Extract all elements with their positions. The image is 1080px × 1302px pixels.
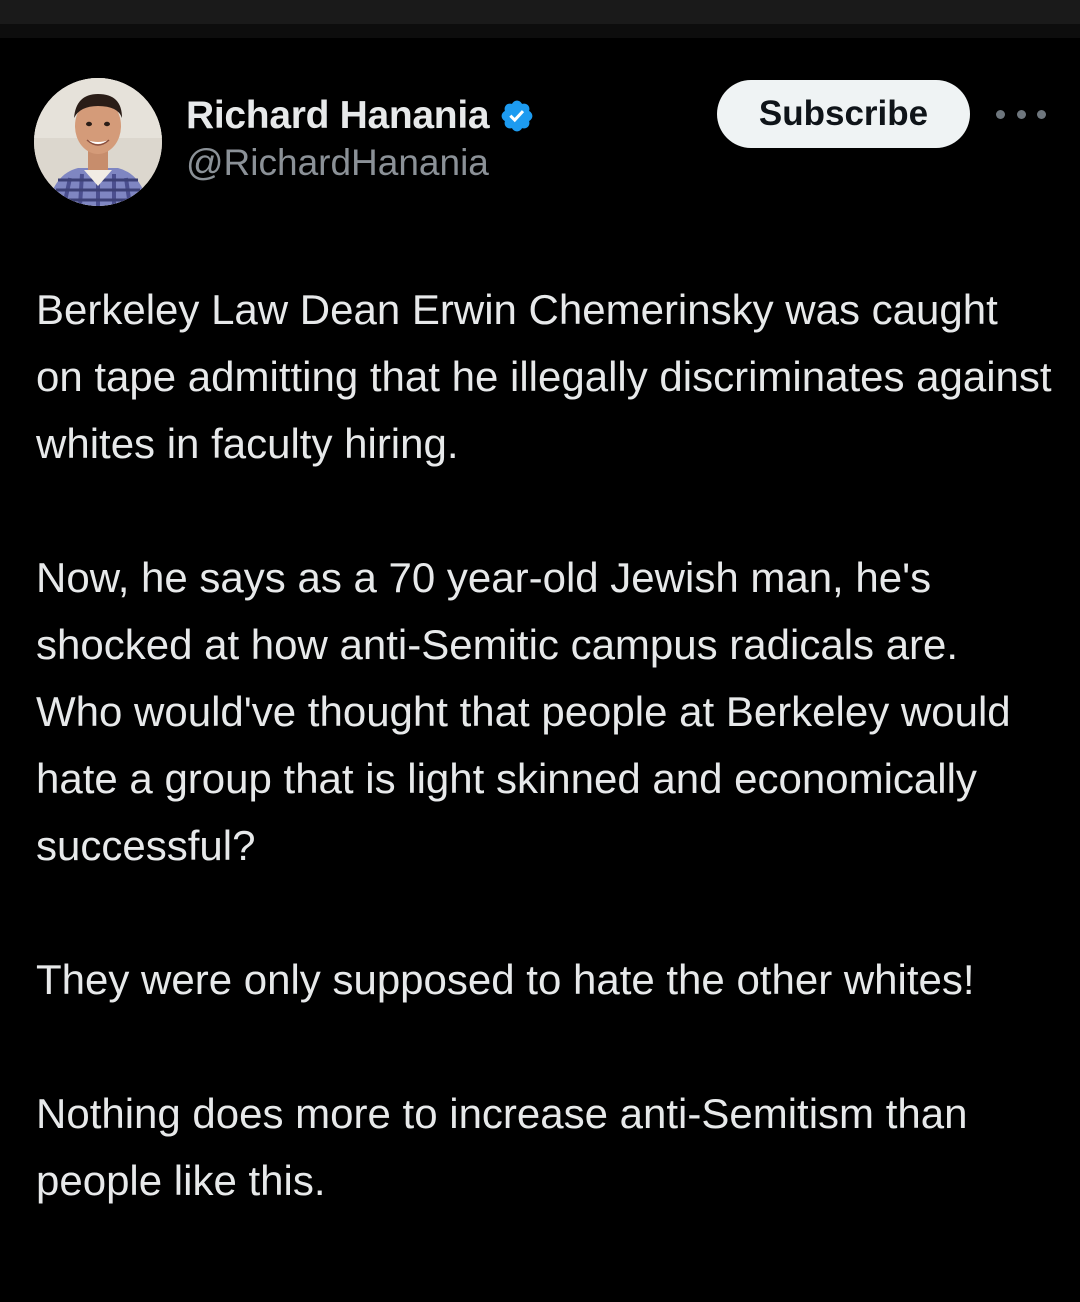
more-dot [1037, 109, 1046, 119]
top-strip-edge [0, 24, 1080, 38]
more-dot [996, 109, 1005, 119]
author-handle[interactable]: @RichardHanania [186, 142, 535, 184]
subscribe-button[interactable]: Subscribe [717, 80, 970, 148]
more-dot [1016, 109, 1026, 119]
author-block: Richard Hanania @RichardHanania [186, 92, 535, 184]
tweet-paragraph: Nothing does more to increase anti-Semit… [36, 1090, 968, 1204]
tweet-paragraph: Berkeley Law Dean Erwin Chemerinsky was … [36, 286, 1052, 467]
name-row: Richard Hanania [186, 92, 535, 140]
tweet-paragraph: Now, he says as a 70 year-old Jewish man… [36, 554, 1011, 869]
tweet-paragraph: They were only supposed to hate the othe… [36, 956, 975, 1003]
avatar[interactable] [34, 78, 162, 206]
more-options-icon[interactable] [996, 100, 1046, 128]
verified-badge-icon[interactable] [499, 98, 535, 134]
tweet-text: Berkeley Law Dean Erwin Chemerinsky was … [36, 276, 1056, 1214]
tweet-card: Richard Hanania @RichardHanania Subscrib… [0, 38, 1080, 1302]
avatar-image [34, 78, 162, 206]
author-display-name[interactable]: Richard Hanania [186, 94, 490, 138]
